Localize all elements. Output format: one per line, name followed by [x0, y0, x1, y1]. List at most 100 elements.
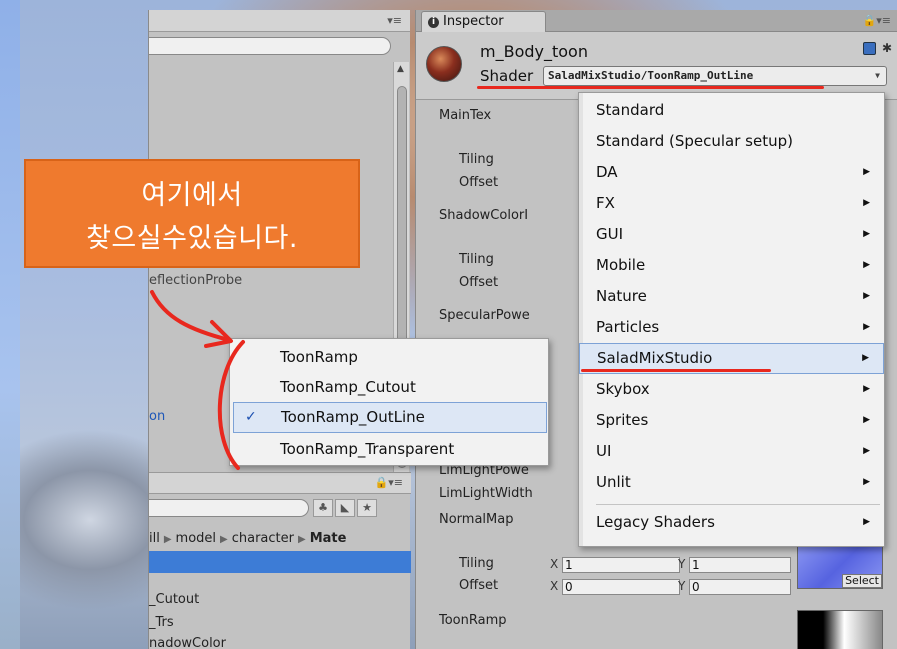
filter-type-icon[interactable]: ♣ — [313, 499, 333, 517]
offset-x-field[interactable]: 0 — [562, 579, 680, 595]
submenu-item-label: ToonRamp_Transparent — [280, 440, 455, 458]
shader-label: Shader — [480, 67, 534, 85]
inspector-tabbar: i Inspector 🔒▾≡ — [416, 10, 897, 32]
shader-dropdown[interactable]: SaladMixStudio/ToonRamp_OutLine ▼ — [543, 66, 887, 86]
lock-icon[interactable]: 🔒▾≡ — [375, 476, 403, 489]
submenu-arrow-icon: ▶ — [863, 167, 870, 177]
prop-tiling: Tiling — [459, 152, 494, 167]
menu-item-label: UI — [596, 442, 612, 460]
asset-list-item[interactable]: nadowColor — [149, 636, 226, 649]
prop-specular-power: SpecularPowe — [439, 308, 530, 323]
shader-menu: Standard Standard (Specular setup) DA ▶ F… — [578, 92, 885, 547]
breadcrumb-item[interactable]: character — [232, 531, 294, 546]
tiling-x-field[interactable]: 1 — [562, 557, 680, 573]
callout-line-2: 찾으실수있습니다. — [86, 223, 298, 254]
menu-item-label: Unlit — [596, 473, 631, 491]
selected-asset-row[interactable] — [149, 551, 411, 573]
prop-tiling: Tiling — [459, 252, 494, 267]
menu-item-label: GUI — [596, 225, 624, 243]
menu-item-unlit[interactable]: Unlit ▶ — [579, 467, 884, 498]
info-icon: i — [428, 16, 439, 28]
menu-item-standard[interactable]: Standard — [579, 95, 884, 126]
breadcrumb-item[interactable]: ill — [149, 531, 160, 546]
material-preview-thumbnail — [426, 46, 462, 82]
submenu-item-toonramp-outline[interactable]: ✓ ToonRamp_OutLine — [233, 402, 547, 433]
submenu-item-toonramp-transparent[interactable]: ToonRamp_Transparent — [230, 434, 548, 465]
x-label: X — [550, 579, 559, 593]
breadcrumb-item-current[interactable]: Mate — [310, 531, 347, 546]
menu-item-label: Nature — [596, 287, 647, 305]
submenu-arrow-icon: ▶ — [863, 415, 870, 425]
submenu-arrow-icon: ▶ — [862, 353, 869, 363]
filter-label-icon[interactable]: ◣ — [335, 499, 355, 517]
submenu-arrow-icon: ▶ — [863, 384, 870, 394]
submenu-item-label: ToonRamp_OutLine — [281, 408, 425, 426]
hierarchy-search-input[interactable] — [149, 37, 391, 55]
chevron-right-icon: ▶ — [163, 534, 172, 545]
help-book-icon[interactable] — [862, 42, 876, 55]
submenu-arrow-icon: ▶ — [863, 446, 870, 456]
checkmark-icon: ✓ — [245, 409, 257, 425]
normal-map-texture-slot[interactable]: Select — [797, 543, 883, 589]
toon-ramp-texture-slot[interactable] — [797, 610, 883, 649]
tab-inspector-label: Inspector — [443, 14, 504, 29]
prop-tiling: Tiling — [459, 556, 494, 571]
background-strip — [0, 0, 20, 649]
hierarchy-panel: ▾≡ ▲ eflectionProbe on 🔒▾≡ ♣ ◣ ★ ill ▶ mod… — [148, 10, 411, 649]
project-breadcrumb: ill ▶ model ▶ character ▶ Mate — [149, 528, 411, 550]
hierarchy-item-reflection-probe[interactable]: eflectionProbe — [149, 273, 242, 288]
y-label: Y — [678, 557, 686, 571]
submenu-arrow-icon: ▶ — [863, 322, 870, 332]
menu-item-gui[interactable]: GUI ▶ — [579, 219, 884, 250]
prop-shadow-color: ShadowColorI — [439, 208, 529, 223]
menu-item-sprites[interactable]: Sprites ▶ — [579, 405, 884, 436]
annotation-underline-shader — [477, 86, 824, 89]
submenu-item-toonramp-cutout[interactable]: ToonRamp_Cutout — [230, 372, 548, 403]
menu-item-label: DA — [596, 163, 618, 181]
y-label: Y — [678, 579, 686, 593]
scroll-up-icon[interactable]: ▲ — [397, 64, 404, 74]
menu-item-skybox[interactable]: Skybox ▶ — [579, 374, 884, 405]
chevron-right-icon: ▶ — [298, 534, 306, 545]
header-icons: ✱ — [862, 42, 892, 55]
project-tabbar: 🔒▾≡ — [149, 472, 411, 494]
menu-item-particles[interactable]: Particles ▶ — [579, 312, 884, 343]
menu-item-mobile[interactable]: Mobile ▶ — [579, 250, 884, 281]
project-search-input[interactable] — [149, 499, 309, 517]
offset-y-field[interactable]: 0 — [689, 579, 791, 595]
panel-menu-icon[interactable]: ▾≡ — [387, 14, 402, 27]
asset-list-item[interactable]: _Trs — [149, 615, 174, 630]
menu-item-label: Particles — [596, 318, 660, 336]
submenu-arrow-icon: ▶ — [863, 229, 870, 239]
submenu-item-label: ToonRamp — [280, 348, 358, 366]
annotation-underline-saladmixstudio — [581, 369, 771, 372]
menu-item-standard-specular[interactable]: Standard (Specular setup) — [579, 126, 884, 157]
submenu-arrow-icon: ▶ — [863, 198, 870, 208]
submenu-item-toonramp[interactable]: ToonRamp — [230, 342, 548, 373]
menu-separator — [596, 504, 880, 505]
menu-item-da[interactable]: DA ▶ — [579, 157, 884, 188]
menu-item-label: Skybox — [596, 380, 650, 398]
saladmixstudio-submenu: ToonRamp ToonRamp_Cutout ✓ ToonRamp_OutLi… — [229, 338, 549, 466]
asset-list-item[interactable]: _Cutout — [149, 592, 199, 607]
prop-rim-light-width: LimLightWidth — [439, 486, 533, 501]
prop-normal-map: NormalMap — [439, 512, 514, 527]
menu-item-nature[interactable]: Nature ▶ — [579, 281, 884, 312]
hierarchy-item-on[interactable]: on — [149, 409, 165, 424]
tab-inspector[interactable]: i Inspector — [421, 11, 546, 32]
prop-offset: Offset — [459, 175, 499, 190]
tiling-y-field[interactable]: 1 — [689, 557, 791, 573]
breadcrumb-item[interactable]: model — [176, 531, 216, 546]
menu-item-ui[interactable]: UI ▶ — [579, 436, 884, 467]
select-texture-button[interactable]: Select — [842, 574, 882, 588]
menu-item-legacy-shaders[interactable]: Legacy Shaders ▶ — [579, 507, 884, 538]
menu-item-fx[interactable]: FX ▶ — [579, 188, 884, 219]
callout-line-1: 여기에서 — [141, 180, 243, 211]
lock-icon[interactable]: 🔒▾≡ — [863, 14, 891, 27]
gear-icon[interactable]: ✱ — [882, 42, 892, 55]
prop-toon-ramp: ToonRamp — [439, 613, 507, 628]
x-label: X — [550, 557, 559, 571]
menu-item-label: Legacy Shaders — [596, 513, 715, 531]
shader-dropdown-value: SaladMixStudio/ToonRamp_OutLine — [548, 69, 754, 82]
favorite-star-icon[interactable]: ★ — [357, 499, 377, 517]
